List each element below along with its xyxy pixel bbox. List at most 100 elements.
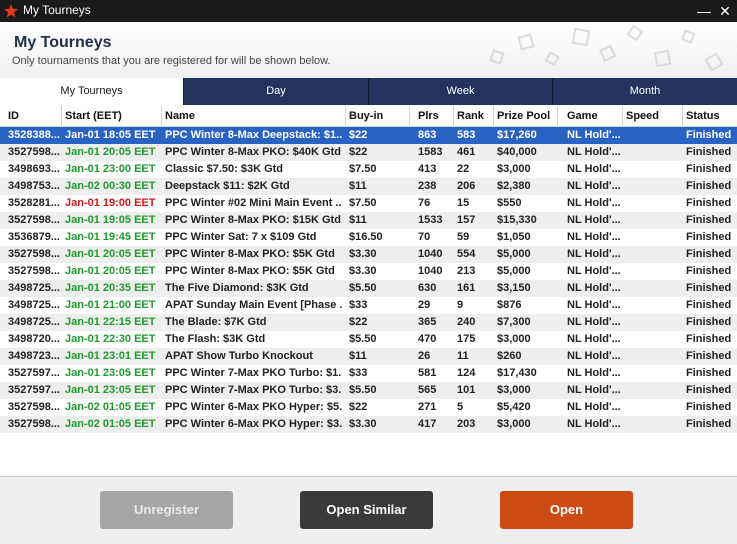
table-row[interactable]: 3536879... Jan-01 19:45 EET PPC Winter Sat… (0, 229, 737, 246)
minimize-icon[interactable]: — (694, 1, 714, 21)
cell-speed (623, 382, 683, 399)
cell-name: The Five Diamond: $3K Gtd (165, 282, 309, 294)
cell-game: NL Hold'... (567, 316, 621, 328)
cell-speed (623, 246, 683, 263)
footer-bar: Unregister Open Similar Open (0, 477, 737, 544)
cell-name: PPC Winter 6-Max PKO Hyper: $3... (165, 418, 342, 430)
column-header-prize-pool[interactable]: Prize Pool (494, 106, 558, 127)
cell-players: 238 (418, 180, 437, 192)
column-header-rank[interactable]: Rank (454, 106, 494, 127)
cell-players: 76 (418, 197, 431, 209)
cell-start: Jan-01 20:05 EET (65, 265, 156, 277)
cell-status: Finished (686, 146, 732, 158)
table-row[interactable]: 3498725... Jan-01 20:35 EET The Five Diamo… (0, 280, 737, 297)
tab-day[interactable]: Day (184, 78, 369, 105)
cell-id: 3498725... (8, 282, 60, 294)
cell-status: Finished (686, 401, 732, 413)
cell-speed (623, 127, 683, 144)
cell-id: 3498723... (8, 350, 60, 362)
column-header-buyin[interactable]: Buy-in (346, 106, 410, 127)
cell-speed (623, 399, 683, 416)
table-row[interactable]: 3527598... Jan-02 01:05 EET PPC Winter 6-M… (0, 399, 737, 416)
tab-my-tourneys[interactable]: My Tourneys (0, 78, 184, 105)
title-bar: My Tourneys — ✕ (0, 0, 737, 22)
table-row[interactable]: 3498753... Jan-02 00:30 EET Deepstack $11:… (0, 178, 737, 195)
cell-buyin: $33 (349, 299, 368, 311)
column-header-game[interactable]: Game (564, 106, 623, 127)
cell-game: NL Hold'... (567, 418, 621, 430)
cell-buyin: $3.30 (349, 418, 377, 430)
cell-name: PPC Winter 7-Max PKO Turbo: $3... (165, 384, 342, 396)
table-row[interactable]: 3527597... Jan-01 23:05 EET PPC Winter 7-M… (0, 365, 737, 382)
cell-speed (623, 297, 683, 314)
cell-rank: 583 (457, 129, 476, 141)
column-header-status[interactable]: Status (683, 106, 737, 127)
cell-status: Finished (686, 282, 732, 294)
cell-start: Jan-01 22:15 EET (65, 316, 156, 328)
table-row[interactable]: 3498725... Jan-01 21:00 EET APAT Sunday Ma… (0, 297, 737, 314)
cell-players: 863 (418, 129, 437, 141)
cell-prize-pool: $17,430 (497, 367, 537, 379)
cell-name: PPC Winter 6-Max PKO Hyper: $5... (165, 401, 342, 413)
cell-id: 3498693... (8, 163, 60, 175)
column-header-id[interactable]: ID (5, 106, 62, 127)
table-row[interactable]: 3527598... Jan-01 20:05 EET PPC Winter 8-M… (0, 246, 737, 263)
cell-start: Jan-01 23:00 EET (65, 163, 156, 175)
cell-status: Finished (686, 350, 732, 362)
cell-name: Deepstack $11: $2K Gtd (165, 180, 290, 192)
cell-name: PPC Winter 8-Max PKO: $40K Gtd (165, 146, 341, 158)
cell-speed (623, 314, 683, 331)
cell-rank: 9 (457, 299, 464, 311)
cell-id: 3527598... (8, 401, 60, 413)
cell-rank: 101 (457, 384, 476, 396)
table-row[interactable]: 3528388... Jan-01 18:05 EET PPC Winter 8-M… (0, 127, 737, 144)
cell-start: Jan-02 01:05 EET (65, 401, 156, 413)
table-row[interactable]: 3527598... Jan-01 19:05 EET PPC Winter 8-M… (0, 212, 737, 229)
page-title: My Tourneys (14, 34, 112, 51)
open-similar-button[interactable]: Open Similar (300, 491, 433, 529)
cell-players: 581 (418, 367, 437, 379)
column-header-name[interactable]: Name (162, 106, 346, 127)
table-row[interactable]: 3498725... Jan-01 22:15 EET The Blade: $7K… (0, 314, 737, 331)
cell-name: The Blade: $7K Gtd (165, 316, 267, 328)
column-header-speed[interactable]: Speed (623, 106, 683, 127)
cell-id: 3527598... (8, 418, 60, 430)
tab-month[interactable]: Month (553, 78, 737, 105)
column-header-players[interactable]: Plrs (415, 106, 454, 127)
unregister-button[interactable]: Unregister (100, 491, 233, 529)
close-icon[interactable]: ✕ (715, 1, 735, 21)
cell-name: PPC Winter #02 Mini Main Event ... (165, 197, 342, 209)
column-header-start[interactable]: Start (EET) (62, 106, 162, 127)
cell-rank: 461 (457, 146, 476, 158)
table-row[interactable]: 3527598... Jan-02 01:05 EET PPC Winter 6-M… (0, 416, 737, 433)
tab-bar: My Tourneys Day Week Month (0, 78, 737, 105)
cell-prize-pool: $2,380 (497, 180, 531, 192)
table-row[interactable]: 3528281... Jan-01 19:00 EET PPC Winter #02… (0, 195, 737, 212)
cell-prize-pool: $3,000 (497, 333, 531, 345)
cell-id: 3536879... (8, 231, 60, 243)
cell-start: Jan-01 22:30 EET (65, 333, 156, 345)
cell-name: PPC Winter 7-Max PKO Turbo: $1... (165, 367, 342, 379)
cell-rank: 554 (457, 248, 476, 260)
table-row[interactable]: 3498693... Jan-01 23:00 EET Classic $7.50:… (0, 161, 737, 178)
tab-week[interactable]: Week (369, 78, 553, 105)
cell-players: 70 (418, 231, 431, 243)
cell-game: NL Hold'... (567, 163, 621, 175)
cell-prize-pool: $5,000 (497, 248, 531, 260)
table-row[interactable]: 3498720... Jan-01 22:30 EET The Flash: $3K… (0, 331, 737, 348)
table-row[interactable]: 3527598... Jan-01 20:05 EET PPC Winter 8-M… (0, 263, 737, 280)
open-button[interactable]: Open (500, 491, 633, 529)
table-row[interactable]: 3527598... Jan-01 20:05 EET PPC Winter 8-M… (0, 144, 737, 161)
table-row[interactable]: 3527597... Jan-01 23:05 EET PPC Winter 7-M… (0, 382, 737, 399)
table-row[interactable]: 3498723... Jan-01 23:01 EET APAT Show Turb… (0, 348, 737, 365)
cell-players: 1040 (418, 265, 443, 277)
cell-speed (623, 144, 683, 161)
cell-rank: 161 (457, 282, 476, 294)
cell-game: NL Hold'... (567, 333, 621, 345)
cell-rank: 206 (457, 180, 476, 192)
cell-name: The Flash: $3K Gtd (165, 333, 266, 345)
cell-id: 3527598... (8, 248, 60, 260)
cell-game: NL Hold'... (567, 214, 621, 226)
cell-speed (623, 263, 683, 280)
page-subtitle: Only tournaments that you are registered… (12, 55, 331, 67)
